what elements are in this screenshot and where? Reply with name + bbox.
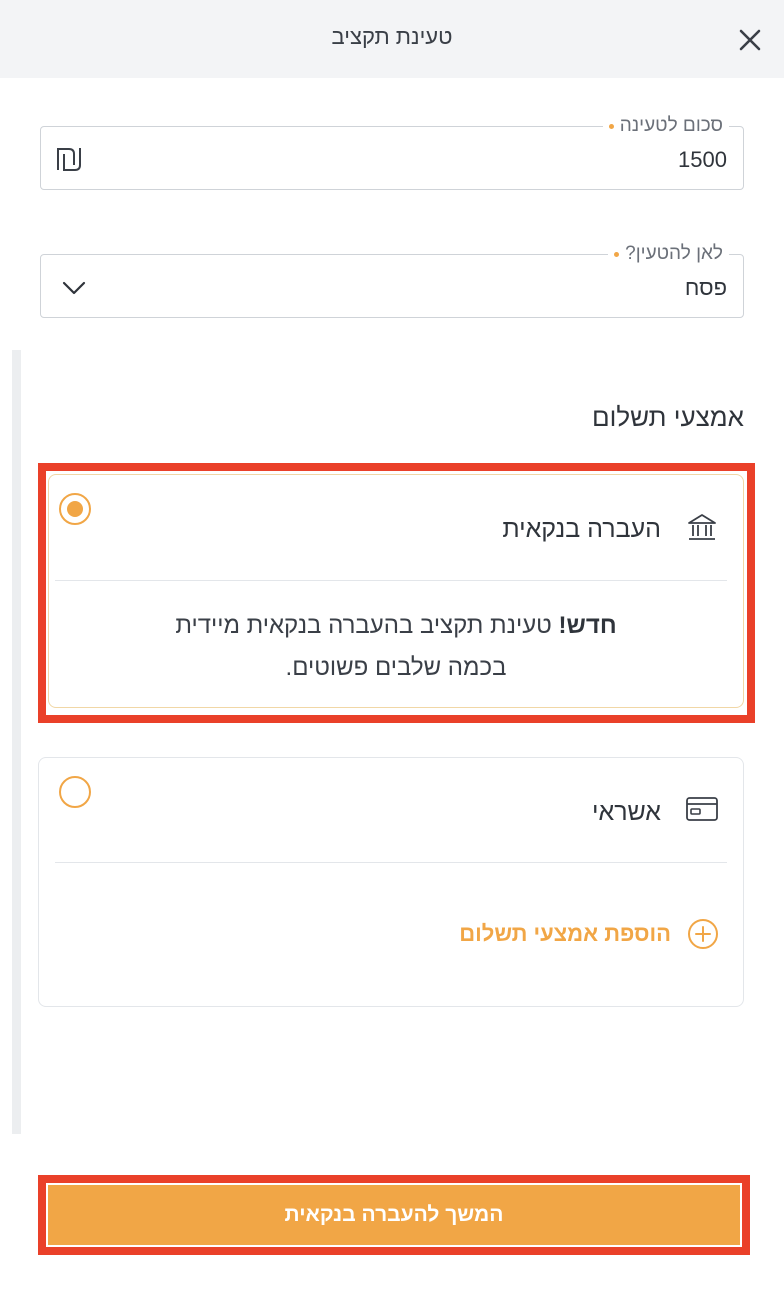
plus-circle-icon xyxy=(688,919,718,949)
card-divider xyxy=(55,862,727,863)
add-payment-method-button[interactable]: הוספת אמצעי תשלום xyxy=(459,918,719,950)
required-dot xyxy=(614,251,620,257)
radio-selected-dot xyxy=(67,501,83,517)
target-field-label: לאן להטעין? xyxy=(608,243,729,265)
scroll-track xyxy=(12,350,21,1134)
amount-field-label: סכום לטעינה xyxy=(602,115,729,137)
target-select[interactable]: לאן להטעין? פסח xyxy=(40,243,744,318)
bank-transfer-option[interactable]: העברה בנקאית חדש! טעינת תקציב בהעברה בנק… xyxy=(48,474,744,708)
target-value: פסח xyxy=(684,275,727,300)
amount-field[interactable]: סכום לטעינה 1500 xyxy=(40,115,744,190)
shekel-icon xyxy=(57,148,81,171)
amount-value: 1500 xyxy=(678,147,727,172)
bank-promo-text: חדש! טעינת תקציב בהעברה בנקאית מיידית בכ… xyxy=(175,612,617,681)
credit-card-option[interactable]: אשראי הוספת אמצעי תשלום xyxy=(38,757,744,1007)
credit-card-radio[interactable] xyxy=(59,776,91,808)
close-icon[interactable] xyxy=(734,24,766,56)
bank-icon xyxy=(688,514,716,540)
credit-card-label: אשראי xyxy=(592,798,661,826)
bank-transfer-label: העברה בנקאית xyxy=(502,515,661,543)
add-payment-method-label: הוספת אמצעי תשלום xyxy=(459,921,671,946)
header-bar: טעינת תקציב xyxy=(0,0,784,78)
credit-card-icon xyxy=(686,797,718,821)
card-divider xyxy=(55,580,727,581)
bank-transfer-radio[interactable] xyxy=(59,493,91,525)
continue-bank-transfer-button[interactable]: המשך להעברה בנקאית xyxy=(48,1185,740,1245)
chevron-down-icon[interactable] xyxy=(61,275,87,301)
page-title: טעינת תקציב xyxy=(331,24,453,49)
required-dot xyxy=(608,123,614,129)
payment-section-title: אמצעי תשלום xyxy=(591,402,744,432)
